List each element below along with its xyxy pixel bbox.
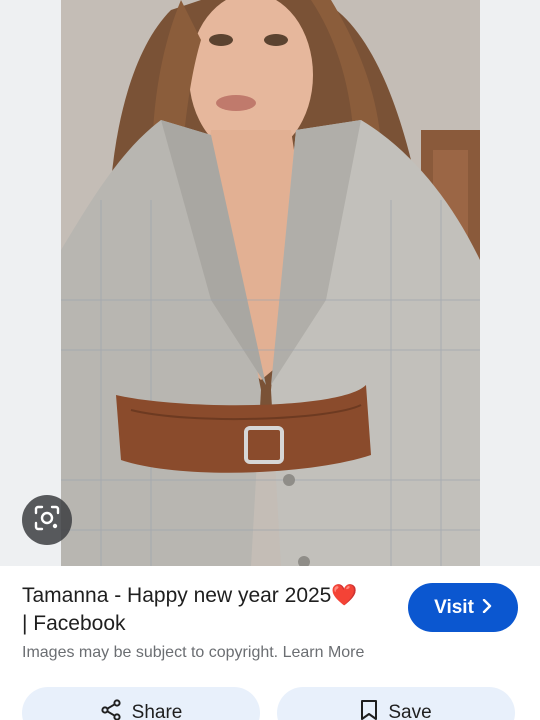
share-label: Share bbox=[131, 702, 183, 720]
bookmark-icon bbox=[360, 699, 378, 720]
copyright-notice: Images may be subject to copyright. Lear… bbox=[22, 644, 364, 662]
visit-button[interactable]: Visit bbox=[408, 583, 518, 632]
share-icon bbox=[100, 699, 122, 720]
learn-more-link[interactable]: Learn More bbox=[283, 644, 365, 661]
heart-emoji: ❤️ bbox=[331, 584, 358, 607]
title-line-1: Tamanna - Happy new year 2025 bbox=[22, 584, 332, 607]
copyright-text: Images may be subject to copyright. bbox=[22, 644, 279, 661]
result-title[interactable]: Tamanna - Happy new year 2025❤️ | Facebo… bbox=[22, 582, 392, 638]
google-lens-button[interactable] bbox=[22, 495, 72, 545]
share-button[interactable]: Share bbox=[22, 687, 260, 720]
image-viewer bbox=[0, 0, 540, 566]
photo-illustration bbox=[61, 0, 480, 566]
save-label: Save bbox=[388, 702, 432, 720]
result-details: Tamanna - Happy new year 2025❤️ | Facebo… bbox=[0, 566, 540, 720]
save-button[interactable]: Save bbox=[277, 687, 515, 720]
visit-label: Visit bbox=[434, 596, 474, 618]
chevron-right-icon bbox=[482, 597, 492, 619]
title-line-2: | Facebook bbox=[22, 612, 126, 635]
preview-image[interactable] bbox=[61, 0, 480, 566]
google-lens-icon bbox=[33, 504, 61, 537]
